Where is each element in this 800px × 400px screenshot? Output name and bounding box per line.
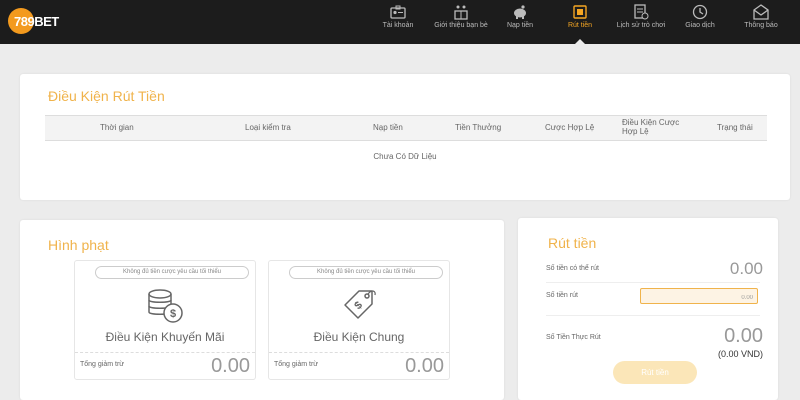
nav-withdraw-label: Rút tiền xyxy=(567,22,593,29)
nav-referral-label: Giới thiệu bạn bè xyxy=(434,22,488,29)
col-valid-bet-condition: Điều Kiện Cược Hợp Lệ xyxy=(622,118,680,136)
col-valid-bet: Cược Hợp Lệ xyxy=(545,123,595,132)
col-bonus: Tiền Thưởng xyxy=(455,123,502,132)
mail-icon xyxy=(753,4,769,20)
withdraw-amount-input[interactable] xyxy=(640,288,758,304)
divider xyxy=(75,352,255,353)
promo-condition-box: Không đủ tiền cược yêu cầu tối thiểu $ Đ… xyxy=(74,260,256,380)
general-condition-note: Không đủ tiền cược yêu cầu tối thiểu xyxy=(289,266,443,279)
general-condition-box: Không đủ tiền cược yêu cầu tối thiểu $ Đ… xyxy=(268,260,450,380)
referral-icon xyxy=(454,5,468,20)
nav-deposit-label: Nạp tiền xyxy=(506,22,534,29)
col-deposit: Nạp tiền xyxy=(373,123,403,132)
nav-transactions-label: Giao dịch xyxy=(685,22,715,29)
game-history-icon xyxy=(634,4,649,20)
withdraw-button[interactable]: Rút tiền xyxy=(613,361,697,384)
brand-logo[interactable]: 789BET xyxy=(8,8,64,36)
conditions-table-header: Thời gian Loại kiểm tra Nạp tiền Tiền Th… xyxy=(45,115,767,141)
transaction-clock-icon xyxy=(692,4,708,20)
actual-withdraw-value: 0.00 xyxy=(724,325,763,347)
conditions-title: Điều Kiện Rút Tiền xyxy=(48,88,165,104)
withdraw-title: Rút tiền xyxy=(548,235,597,251)
svg-text:$: $ xyxy=(170,308,176,320)
nav-game-history-label: Lịch sử trò chơi xyxy=(616,22,666,29)
divider xyxy=(546,315,760,316)
promo-deduct-value: 0.00 xyxy=(211,355,250,377)
nav-transactions[interactable]: Giao dịch xyxy=(680,4,720,42)
account-icon xyxy=(390,5,406,19)
price-tag-dollar-icon: $ xyxy=(344,290,376,319)
nav-account-label: Tài khoản xyxy=(382,22,414,29)
piggy-bank-icon xyxy=(514,5,526,19)
top-navigation-bar: 789BET Tài khoản Giới thiệu bạn bè Nạp t… xyxy=(0,0,800,44)
promo-deduct-label: Tổng giảm trừ xyxy=(80,361,124,368)
general-deduct-value: 0.00 xyxy=(405,355,444,377)
available-amount-value: 0.00 xyxy=(729,259,763,278)
nav-withdraw[interactable]: Rút tiền xyxy=(558,4,602,44)
nav-deposit[interactable]: Nạp tiền xyxy=(500,4,540,42)
nav-game-history[interactable]: Lịch sử trò chơi xyxy=(610,4,672,42)
nav-notifications-label: Thông báo xyxy=(744,22,778,29)
col-status: Trạng thái xyxy=(717,123,753,132)
promo-condition-note: Không đủ tiền cược yêu cầu tối thiểu xyxy=(95,266,249,279)
general-deduct-label: Tổng giảm trừ xyxy=(274,361,318,368)
nav-notifications[interactable]: Thông báo xyxy=(738,4,784,42)
available-amount-label: Số tiền có thể rút xyxy=(546,265,599,272)
promo-condition-name: Điều Kiện Khuyến Mãi xyxy=(105,330,225,344)
col-check-type: Loại kiểm tra xyxy=(245,123,291,132)
divider xyxy=(546,282,760,283)
general-condition-name: Điều Kiện Chung xyxy=(313,330,405,344)
col-time: Thời gian xyxy=(100,123,134,132)
actual-withdraw-label: Số Tiền Thực Rút xyxy=(546,334,601,341)
withdraw-card: Rút tiền Số tiền có thể rút 0.00 Số tiền… xyxy=(518,218,778,400)
coins-dollar-icon: $ xyxy=(148,289,183,323)
withdraw-amount-label: Số tiền rút xyxy=(546,292,578,299)
penalty-title: Hình phạt xyxy=(48,237,109,253)
divider xyxy=(269,352,449,353)
penalty-card: Hình phạt Không đủ tiền cược yêu cầu tối… xyxy=(20,220,504,400)
logo-text: 789BET xyxy=(14,14,59,29)
conditions-empty-message: Chưa Có Dữ Liệu xyxy=(373,152,437,161)
actual-withdraw-vnd: (0.00 VND) xyxy=(717,349,763,359)
nav-referral[interactable]: Giới thiệu bạn bè xyxy=(430,4,492,42)
withdrawal-conditions-card: Điều Kiện Rút Tiền Thời gian Loại kiểm t… xyxy=(20,74,790,200)
withdraw-icon xyxy=(573,5,587,19)
nav-account[interactable]: Tài khoản xyxy=(375,4,421,42)
